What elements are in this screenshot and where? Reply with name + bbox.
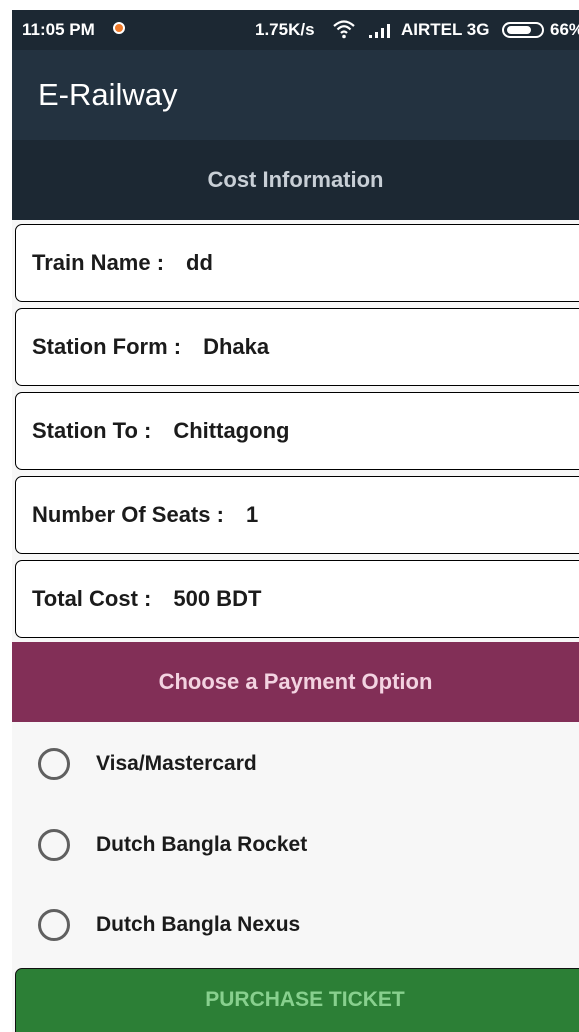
app-bar: E-Railway — [12, 50, 579, 140]
train-name-card: Train Name : dd — [15, 224, 579, 302]
total-cost-card: Total Cost : 500 BDT — [15, 560, 579, 638]
station-to-value: Chittagong — [173, 418, 290, 443]
train-name-value: dd — [186, 250, 213, 275]
signal-icon — [369, 24, 390, 38]
payment-option-dutch-bangla-rocket[interactable]: Dutch Bangla Rocket — [12, 805, 579, 885]
station-to-label: Station To : — [32, 418, 152, 443]
carrier-name: AIRTEL 3G — [401, 20, 490, 39]
payment-option-label: Dutch Bangla Rocket — [96, 833, 308, 856]
status-time: 11:05 PM — [22, 20, 95, 39]
purchase-ticket-button[interactable]: PURCHASE TICKET — [15, 968, 579, 1032]
station-from-label: Station Form : — [32, 334, 182, 359]
radio-button[interactable] — [38, 909, 70, 941]
network-speed: 1.75K/s — [255, 20, 315, 39]
radio-button[interactable] — [38, 829, 70, 861]
screen: 11:05 PM 1.75K/s AIRTEL 3G 66% E-Railway… — [12, 10, 579, 1032]
payment-option-header: Choose a Payment Option — [12, 642, 579, 722]
total-cost-value: 500 BDT — [173, 586, 262, 611]
payment-option-dutch-bangla-nexus[interactable]: Dutch Bangla Nexus — [12, 885, 579, 965]
battery-percent: 66% — [550, 20, 579, 39]
total-cost-label: Total Cost : — [32, 586, 152, 611]
wifi-icon — [333, 20, 355, 39]
radio-button[interactable] — [38, 748, 70, 780]
payment-option-visa-mastercard[interactable]: Visa/Mastercard — [12, 724, 579, 804]
number-of-seats-value: 1 — [245, 502, 259, 527]
payment-option-label: Dutch Bangla Nexus — [96, 913, 301, 936]
notification-dot-icon — [113, 22, 125, 34]
train-name-label: Train Name : — [32, 250, 165, 275]
station-from-value: Dhaka — [203, 334, 270, 359]
number-of-seats-card: Number Of Seats : 1 — [15, 476, 579, 554]
station-from-card: Station Form : Dhaka — [15, 308, 579, 386]
cost-information-header: Cost Information — [12, 140, 579, 220]
app-title: E-Railway — [38, 77, 178, 112]
station-to-card: Station To : Chittagong — [15, 392, 579, 470]
status-bar: 11:05 PM 1.75K/s AIRTEL 3G 66% — [12, 10, 579, 50]
number-of-seats-label: Number Of Seats : — [32, 502, 224, 527]
payment-option-label: Visa/Mastercard — [96, 752, 257, 775]
battery-icon — [502, 22, 544, 38]
